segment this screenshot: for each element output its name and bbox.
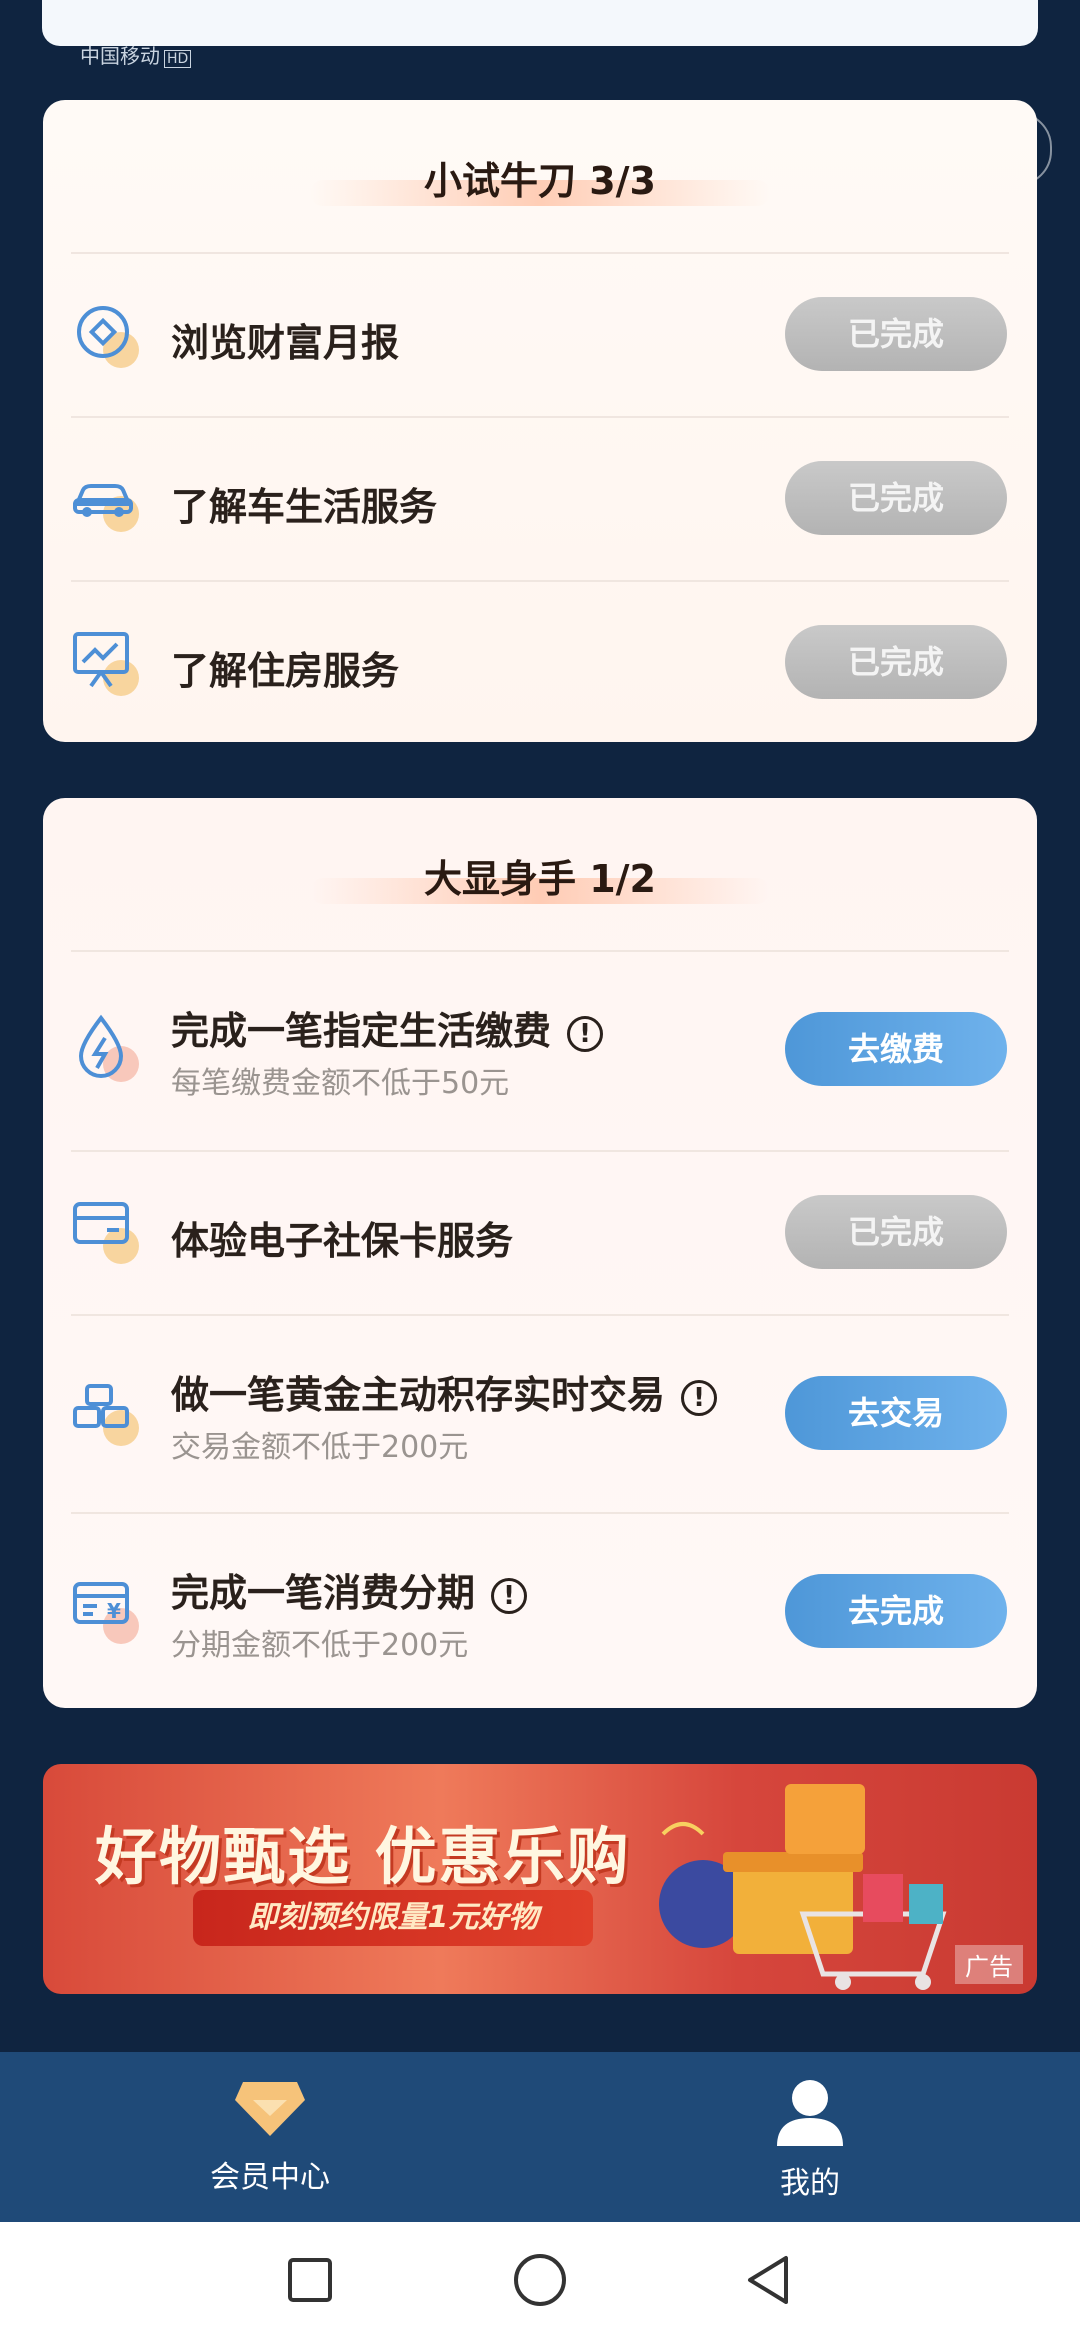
task-title: 做一笔黄金主动积存实时交易 xyxy=(171,1373,666,1417)
info-icon[interactable]: ! xyxy=(567,1015,604,1052)
status-bar: 中国移动 HD xyxy=(80,0,1020,68)
task-row: 完成一笔指定生活缴费! 每笔缴费金额不低于50元 去缴费 xyxy=(43,950,1037,1150)
section-title: 大显身手 1/2 xyxy=(424,857,656,901)
task-row: ¥ 完成一笔消费分期! 分期金额不低于200元 去完成 xyxy=(43,1512,1037,1708)
bottom-tab-bar: 会员中心 我的 xyxy=(0,2052,1080,2222)
task-title-row: 完成一笔指定生活缴费! xyxy=(171,1000,604,1055)
recents-square-icon[interactable] xyxy=(280,2250,340,2310)
go-complete-button[interactable]: 去完成 xyxy=(785,1574,1007,1648)
hd-badge: HD xyxy=(164,50,192,68)
home-circle-icon[interactable] xyxy=(510,2250,570,2310)
tab-mine[interactable]: 我的 xyxy=(660,2052,960,2222)
diamond-icon xyxy=(235,2082,305,2136)
task-row: 做一笔黄金主动积存实时交易! 交易金额不低于200元 去交易 xyxy=(43,1314,1037,1512)
task-subtitle: 每笔缴费金额不低于50元 xyxy=(171,1066,510,1101)
gold-bars-icon xyxy=(71,1378,143,1450)
task-title: 浏览财富月报 xyxy=(171,321,400,365)
info-icon[interactable]: ! xyxy=(681,1379,718,1416)
back-triangle-icon[interactable] xyxy=(740,2250,800,2310)
task-subtitle: 交易金额不低于200元 xyxy=(171,1430,469,1465)
task-title: 体验电子社保卡服务 xyxy=(171,1219,514,1263)
task-card-advanced: 大显身手 1/2 完成一笔指定生活缴费! 每笔缴费金额不低于50元 去缴费 体验… xyxy=(43,798,1037,1708)
yuan-card-icon: ¥ xyxy=(71,1576,143,1648)
task-title-row: 完成一笔消费分期! xyxy=(171,1562,528,1617)
banner-title: 好物甄选 优惠乐购 xyxy=(95,1820,631,1893)
task-title: 完成一笔指定生活缴费 xyxy=(171,1009,552,1053)
tab-label: 会员中心 xyxy=(210,2160,330,2195)
car-icon xyxy=(71,464,143,536)
task-card-beginner: 小试牛刀 3/3 浏览财富月报 已完成 了解车生活服务 已完成 了解住房服务 已… xyxy=(43,100,1037,742)
completed-button[interactable]: 已完成 xyxy=(785,625,1007,699)
task-title: 了解住房服务 xyxy=(171,649,400,693)
chart-board-icon xyxy=(71,628,143,700)
info-icon[interactable]: ! xyxy=(491,1577,528,1614)
card-title: 小试牛刀 3/3 xyxy=(43,150,1037,206)
ad-badge: 广告 xyxy=(955,1945,1023,1984)
card-icon xyxy=(71,1196,143,1268)
person-icon xyxy=(777,2080,843,2146)
tab-member-center[interactable]: 会员中心 xyxy=(120,2052,420,2222)
carrier: 中国移动 HD xyxy=(80,40,192,69)
go-pay-button[interactable]: 去缴费 xyxy=(785,1012,1007,1086)
tab-label: 我的 xyxy=(780,2166,840,2201)
system-navigation-bar xyxy=(0,2222,1080,2340)
task-row: 体验电子社保卡服务 已完成 xyxy=(43,1150,1037,1314)
task-title: 了解车生活服务 xyxy=(171,485,438,529)
coin-icon xyxy=(71,300,143,372)
task-subtitle: 分期金额不低于200元 xyxy=(171,1628,469,1663)
completed-button[interactable]: 已完成 xyxy=(785,461,1007,535)
completed-button[interactable]: 已完成 xyxy=(785,1195,1007,1269)
completed-button[interactable]: 已完成 xyxy=(785,297,1007,371)
task-title-row: 做一笔黄金主动积存实时交易! xyxy=(171,1364,718,1419)
promo-banner[interactable]: 好物甄选 优惠乐购 即刻预约限量1元好物 广告 xyxy=(43,1764,1037,1994)
carrier-label: 中国移动 xyxy=(80,44,160,68)
task-row: 浏览财富月报 已完成 xyxy=(43,252,1037,416)
task-row: 了解住房服务 已完成 xyxy=(43,580,1037,742)
task-row: 了解车生活服务 已完成 xyxy=(43,416,1037,580)
task-title: 完成一笔消费分期 xyxy=(171,1571,476,1615)
banner-subtitle: 即刻预约限量1元好物 xyxy=(193,1890,593,1946)
svg-text:¥: ¥ xyxy=(107,1599,121,1623)
section-title: 小试牛刀 3/3 xyxy=(424,159,656,203)
card-title: 大显身手 1/2 xyxy=(43,848,1037,904)
water-drop-icon xyxy=(71,1014,143,1086)
go-trade-button[interactable]: 去交易 xyxy=(785,1376,1007,1450)
